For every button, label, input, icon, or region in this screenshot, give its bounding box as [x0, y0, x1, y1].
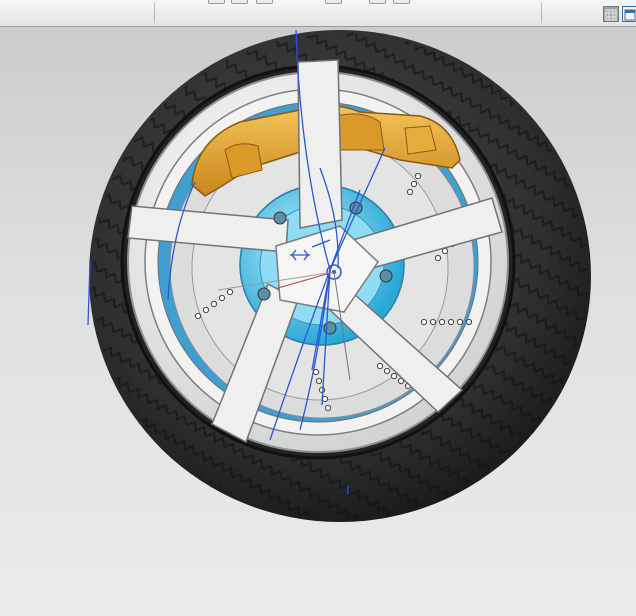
disc-hole: [202, 306, 210, 314]
disc-hole: [324, 404, 332, 412]
disc-hole: [438, 318, 446, 326]
grid-view-icon[interactable]: [603, 6, 619, 22]
disc-hole: [210, 300, 218, 308]
toolbar-button[interactable]: [325, 0, 342, 4]
graphics-viewport[interactable]: [0, 27, 636, 616]
disc-hole: [465, 318, 473, 326]
disc-hole: [194, 312, 202, 320]
disc-hole: [441, 247, 449, 255]
disc-hole: [429, 318, 437, 326]
top-toolbar: [0, 0, 636, 27]
toolbar-button[interactable]: [369, 0, 386, 4]
disc-hole: [315, 377, 323, 385]
disc-hole: [420, 318, 428, 326]
disc-hole: [414, 172, 422, 180]
disc-hole: [226, 288, 234, 296]
disc-hole: [390, 372, 398, 380]
toolbar-button[interactable]: [256, 0, 273, 4]
toolbar-separator: [541, 3, 542, 23]
disc-hole: [434, 254, 442, 262]
disc-hole: [376, 362, 384, 370]
disc-hole: [321, 395, 329, 403]
disc-hole: [456, 318, 464, 326]
disc-hole: [318, 386, 326, 394]
disc-hole: [383, 367, 391, 375]
disc-hole: [406, 188, 414, 196]
window-icon[interactable]: [622, 6, 636, 22]
disc-hole: [410, 180, 418, 188]
toolbar-button[interactable]: [208, 0, 225, 4]
toolbar-separator: [154, 3, 155, 23]
disc-hole: [447, 318, 455, 326]
wheel-model[interactable]: [0, 27, 636, 616]
toolbar-button[interactable]: [231, 0, 248, 4]
toolbar-button[interactable]: [393, 0, 410, 4]
disc-hole: [218, 294, 226, 302]
